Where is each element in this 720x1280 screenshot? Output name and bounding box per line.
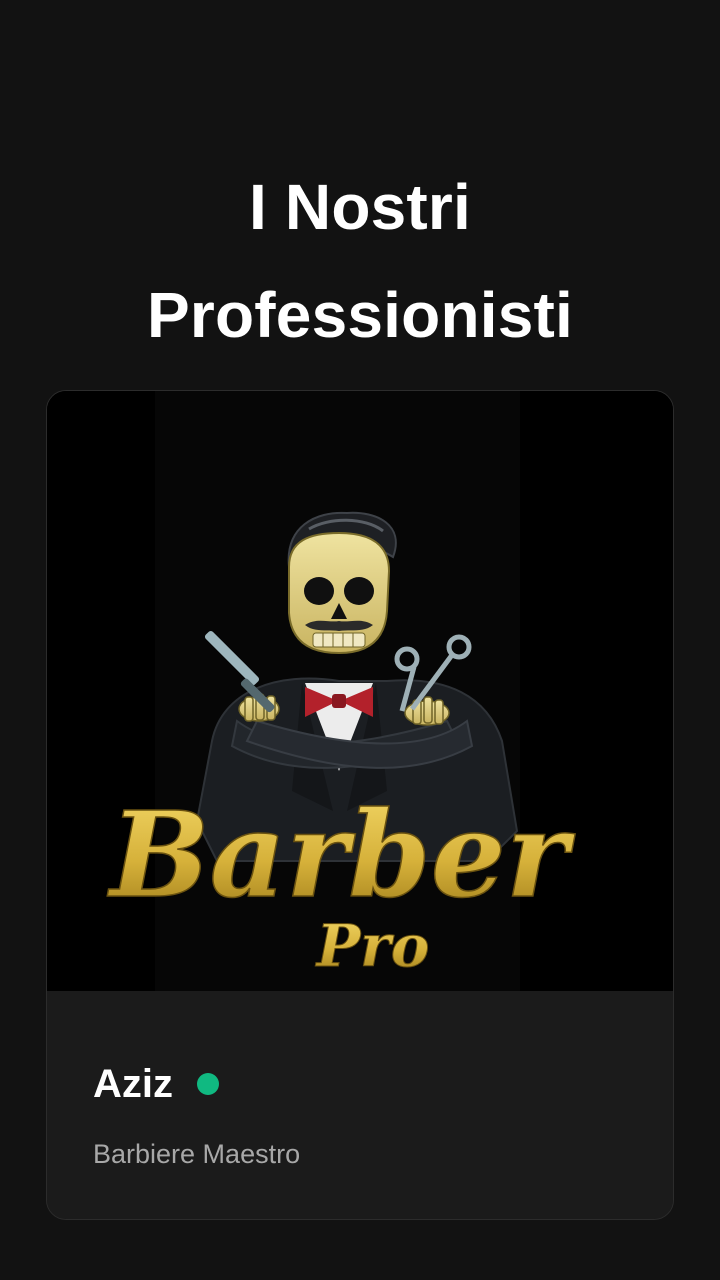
skull-barber-logo-icon: Barber Pro <box>47 391 673 991</box>
professionals-screen: I Nostri Professionisti Barber Pro Aziz … <box>0 0 720 1280</box>
professional-info: Aziz Barbiere Maestro <box>47 991 673 1219</box>
professional-role: Barbiere Maestro <box>93 1139 301 1169</box>
name-row: Aziz <box>93 1057 219 1111</box>
page-title: I Nostri Professionisti <box>146 170 574 351</box>
professional-name: Aziz <box>93 1062 173 1106</box>
svg-text:Barber: Barber <box>107 785 576 924</box>
online-status-indicator <box>197 1073 219 1095</box>
professional-card[interactable]: Barber Pro Aziz Barbiere Maestro <box>46 390 674 1220</box>
svg-text:Pro: Pro <box>315 912 430 980</box>
professional-photo: Barber Pro <box>47 391 673 991</box>
